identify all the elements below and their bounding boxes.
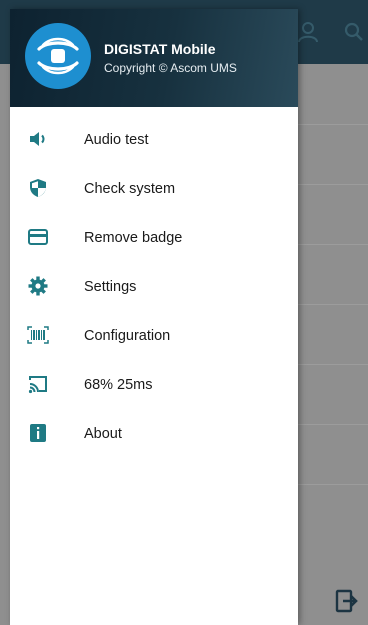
menu-item-label: About [84,426,122,442]
app-title: DIGISTAT Mobile [104,41,216,57]
list-divider [298,484,368,485]
speaker-icon [27,128,49,150]
menu-item-label: Check system [84,181,176,197]
barcode-scan-icon [27,324,49,346]
menu-item-label: Remove badge [84,230,183,246]
navigation-drawer: DIGISTAT Mobile Copyright © Ascom UMS Au… [10,9,298,625]
menu-item-label: Audio test [84,132,149,148]
menu-item-settings[interactable]: Settings [10,262,298,311]
hands-cube-logo [25,23,91,89]
menu-item-configuration[interactable]: Configuration [10,311,298,360]
menu-item-remove-badge[interactable]: Remove badge [10,213,298,262]
cast-icon [27,373,49,395]
user-group-icon[interactable] [296,20,320,44]
menu-item-about[interactable]: About [10,409,298,458]
copyright-text: Copyright © Ascom UMS [104,61,237,75]
menu-item-label: Settings [84,279,137,295]
menu-item-connection-status[interactable]: 68% 25ms [10,360,298,409]
shield-icon [27,177,49,199]
list-divider [298,244,368,245]
list-divider [298,124,368,125]
menu-item-audio-test[interactable]: Audio test [10,115,298,164]
list-divider [298,304,368,305]
menu-item-label: 68% 25ms [84,377,153,393]
exit-icon[interactable] [334,588,360,614]
gear-icon [27,275,49,297]
menu-item-label: Configuration [84,328,171,344]
drawer-header: DIGISTAT Mobile Copyright © Ascom UMS [10,9,298,107]
search-icon[interactable] [342,20,366,44]
info-icon [27,422,49,444]
menu-item-check-system[interactable]: Check system [10,164,298,213]
credit-card-icon [27,226,49,248]
list-divider [298,364,368,365]
list-divider [298,424,368,425]
drawer-menu: Audio test Check system Remove badge Set… [10,115,298,458]
list-divider [298,184,368,185]
